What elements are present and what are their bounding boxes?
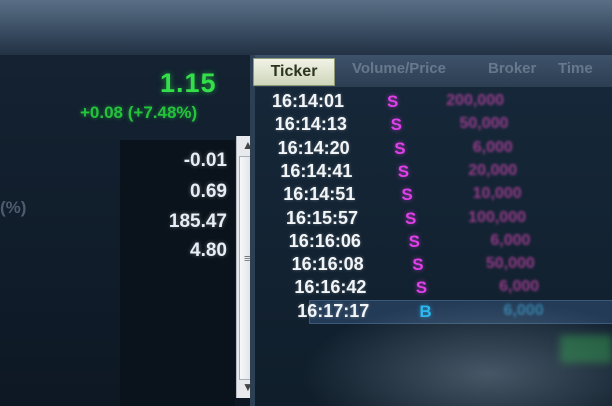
trade-side: S bbox=[401, 185, 413, 205]
last-price: 1.15 bbox=[160, 68, 217, 98]
trade-side: S bbox=[412, 255, 424, 275]
trade-volume: 6,000 bbox=[490, 231, 531, 249]
trade-time[interactable]: 16:14:13 bbox=[275, 114, 347, 135]
trade-volume: 6,000 bbox=[503, 301, 544, 319]
tab-time[interactable]: Time bbox=[558, 60, 593, 77]
stat-value: 0.69 bbox=[190, 181, 227, 202]
trade-volume: 50,000 bbox=[459, 115, 509, 133]
trade-time[interactable]: 16:14:01 bbox=[272, 91, 344, 112]
trade-side: S bbox=[397, 161, 410, 181]
top-header-band bbox=[0, 0, 612, 55]
trade-time[interactable]: 16:17:17 bbox=[297, 301, 369, 322]
trade-time[interactable]: 16:15:57 bbox=[286, 208, 358, 229]
trade-volume: 50,000 bbox=[485, 255, 535, 273]
trade-side: S bbox=[387, 92, 399, 111]
trade-time[interactable]: 16:14:51 bbox=[283, 184, 355, 205]
trade-time[interactable]: 16:16:06 bbox=[289, 231, 361, 252]
trade-time[interactable]: 16:16:08 bbox=[292, 254, 364, 275]
trade-side: S bbox=[415, 278, 428, 298]
trade-volume: 20,000 bbox=[468, 161, 518, 179]
tab-broker[interactable]: Broker bbox=[488, 60, 536, 77]
partial-label: (%) bbox=[0, 198, 27, 217]
trade-volume: 6,000 bbox=[499, 278, 540, 296]
stat-value: 4.80 bbox=[190, 240, 227, 261]
trade-side: B bbox=[419, 301, 432, 321]
stat-value: 185.47 bbox=[168, 211, 227, 232]
trade-time[interactable]: 16:16:42 bbox=[294, 277, 366, 298]
trade-side: S bbox=[390, 115, 402, 135]
trade-side: S bbox=[394, 138, 406, 158]
trade-volume: 100,000 bbox=[468, 208, 526, 226]
trade-volume: 200,000 bbox=[446, 92, 504, 109]
blurred-indicator bbox=[560, 335, 612, 363]
trade-side: S bbox=[408, 231, 420, 251]
stat-value: -0.01 bbox=[183, 150, 227, 171]
tab-ticker[interactable]: Ticker bbox=[253, 58, 335, 86]
trade-volume: 6,000 bbox=[472, 138, 513, 156]
tab-volume-price[interactable]: Volume/Price bbox=[352, 60, 446, 77]
trade-side: S bbox=[405, 208, 417, 228]
trade-volume: 10,000 bbox=[472, 185, 522, 203]
trade-time[interactable]: 16:14:41 bbox=[280, 161, 352, 182]
trade-time[interactable]: 16:14:20 bbox=[278, 138, 350, 159]
price-change: +0.08 (+7.48%) bbox=[80, 103, 198, 122]
stats-list: -0.01 0.69 185.47 4.80 bbox=[120, 140, 235, 406]
